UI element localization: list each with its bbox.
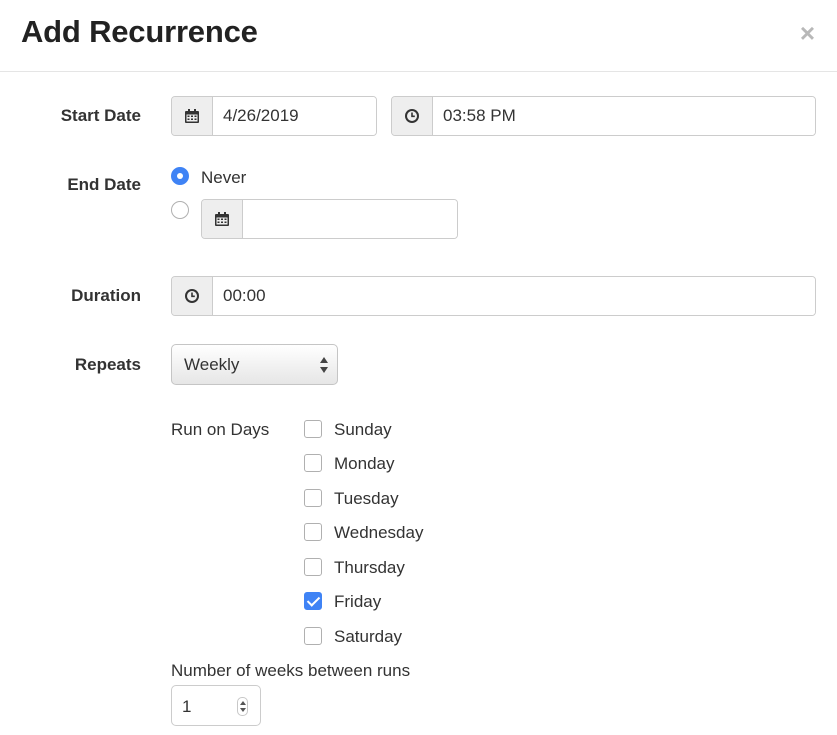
dialog-title: Add Recurrence [21,14,258,49]
end-on-date-radio[interactable] [171,201,189,219]
day-label-saturday: Saturday [334,627,403,646]
day-label-tuesday: Tuesday [334,489,399,508]
weeks-between-stepper[interactable]: 1 [171,685,261,726]
calendar-icon[interactable] [202,200,243,238]
end-never-radio[interactable] [171,167,189,185]
clock-icon[interactable] [172,277,213,315]
day-checkbox-friday[interactable] [304,592,322,610]
day-label-monday: Monday [334,454,395,473]
duration-input[interactable] [213,277,815,315]
day-checkbox-wednesday[interactable] [304,523,322,541]
end-date-group [201,199,458,239]
start-date-input[interactable] [213,97,376,135]
start-time-input[interactable] [433,97,815,135]
start-date-label: Start Date [60,106,141,125]
day-checkbox-tuesday[interactable] [304,489,322,507]
run-on-days-label: Run on Days [171,420,270,439]
day-label-thursday: Thursday [334,558,405,577]
day-label-wednesday: Wednesday [334,523,424,542]
start-date-group [171,96,377,136]
day-checkbox-sunday[interactable] [304,420,322,438]
start-time-group [391,96,816,136]
weeks-between-value: 1 [182,697,192,716]
select-arrows-icon [320,357,328,373]
duration-label: Duration [71,286,141,305]
day-checkbox-saturday[interactable] [304,627,322,645]
duration-group [171,276,816,316]
day-checkbox-thursday[interactable] [304,558,322,576]
day-label-sunday: Sunday [334,420,392,439]
stepper-arrows-icon[interactable] [237,697,248,716]
repeats-label: Repeats [74,355,141,374]
close-icon[interactable]: × [800,20,815,46]
repeats-selected-value: Weekly [184,354,240,374]
end-date-input[interactable] [243,200,457,238]
day-label-friday: Friday [334,592,382,611]
repeats-select[interactable]: Weekly [171,344,338,385]
calendar-icon[interactable] [172,97,213,135]
end-date-label: End Date [67,175,141,194]
end-never-label: Never [201,168,247,187]
day-checkbox-monday[interactable] [304,454,322,472]
clock-icon[interactable] [392,97,433,135]
weeks-between-label: Number of weeks between runs [171,661,411,680]
dialog-header: Add Recurrence × [0,0,837,72]
